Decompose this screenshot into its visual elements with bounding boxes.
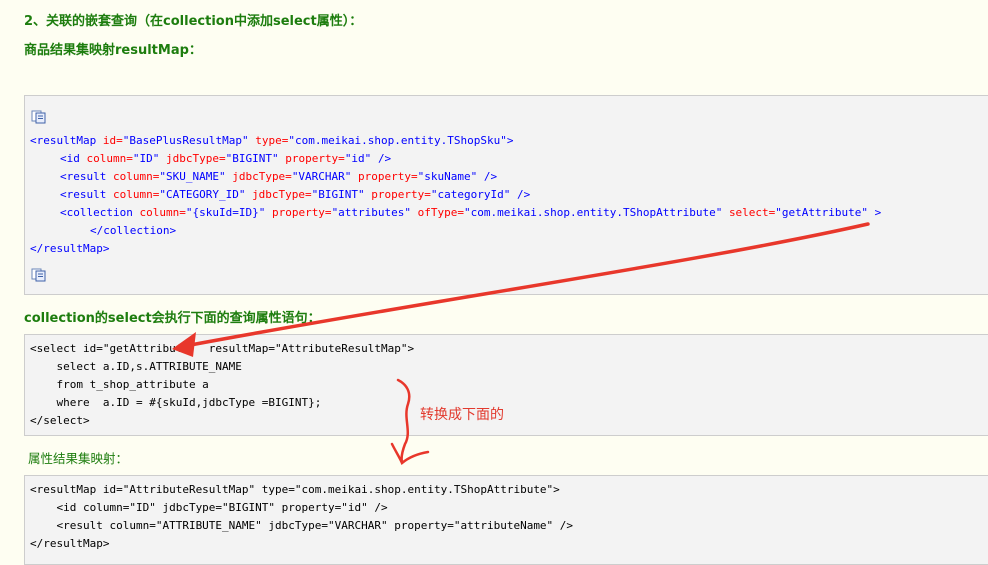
collection-select-heading: collection的select会执行下面的查询属性语句： xyxy=(24,311,321,326)
code-line: </collection> xyxy=(90,224,177,237)
code-line: <id column="ID" jdbcType="BIGINT" proper… xyxy=(60,152,392,165)
copy-code-icon[interactable] xyxy=(31,268,47,282)
code-line: <select id="getAttribute" resultMap="Att… xyxy=(30,342,415,355)
code-line: <result column="SKU_NAME" jdbcType="VARC… xyxy=(60,170,498,183)
copy-code-icon[interactable] xyxy=(31,110,47,124)
code-line: <id column="ID" jdbcType="BIGINT" proper… xyxy=(30,501,388,514)
code-line: <result column="ATTRIBUTE_NAME" jdbcType… xyxy=(30,519,574,532)
section-heading: 2、关联的嵌套查询（在collection中添加select属性）： xyxy=(24,14,363,29)
code-line: </resultMap> xyxy=(30,242,110,255)
code-line: </select> xyxy=(30,414,90,427)
code-line: <collection column="{skuId=ID}" property… xyxy=(60,206,882,219)
code-block-select: <select id="getAttribute" resultMap="Att… xyxy=(24,334,988,436)
code-line: select a.ID,s.ATTRIBUTE_NAME xyxy=(30,360,242,373)
code-line: <resultMap id="BasePlusResultMap" type="… xyxy=(30,134,514,147)
code-line: </resultMap> xyxy=(30,537,110,550)
code-line: where a.ID = #{skuId,jdbcType =BIGINT}; xyxy=(30,396,322,409)
code-line: from t_shop_attribute a xyxy=(30,378,209,391)
code-line: <result column="CATEGORY_ID" jdbcType="B… xyxy=(60,188,531,201)
goods-resultmap-heading: 商品结果集映射resultMap： xyxy=(24,43,202,58)
code-line: <resultMap id="AttributeResultMap" type=… xyxy=(30,483,560,496)
attribute-resultmap-heading: 属性结果集映射： xyxy=(28,451,129,466)
annotation-convert: 转换成下面的 xyxy=(420,407,504,423)
code-block-base-resultmap: <resultMap id="BasePlusResultMap" type="… xyxy=(24,95,988,295)
code-block-attribute-resultmap: <resultMap id="AttributeResultMap" type=… xyxy=(24,475,988,565)
